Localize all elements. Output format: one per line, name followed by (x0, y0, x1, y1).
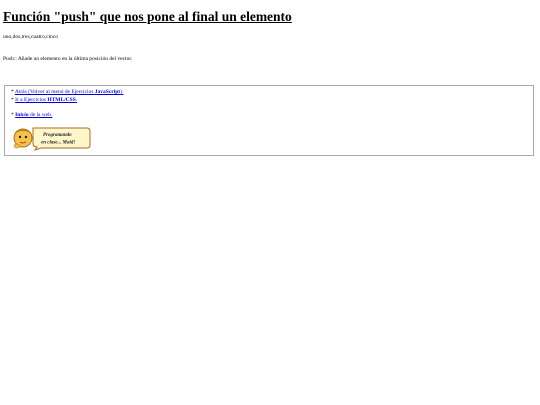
home-link-row: * Inicio de la web. (11, 111, 52, 119)
html-link-prefix: Ir a Ejercicios (15, 97, 48, 103)
html-link-row: * Ir a Ejercicios HTML/CSS. (11, 96, 77, 104)
back-link-prefix: Atrás (Volver al menú de Ejercicios (14, 89, 95, 95)
home-link-suffix: de la web. (28, 112, 53, 118)
logo-line2: en clase... Maid! (41, 141, 75, 146)
page: Función "push" que nos pone al final un … (0, 0, 540, 405)
html-link-bold: HTML/CSS (47, 97, 76, 103)
page-title: Función "push" que nos pone al final un … (3, 9, 292, 24)
bullet: * (11, 97, 14, 103)
bullet: * (11, 89, 14, 95)
back-link-suffix: ). (120, 89, 124, 95)
back-to-javascript-link[interactable]: Atrás (Volver al menú de Ejercicios Java… (15, 89, 124, 95)
output-text: uno,dos,tres,cuatro,cinco (3, 34, 58, 40)
back-link-bold: JavaScript (94, 89, 121, 95)
html-link-suffix: . (75, 97, 78, 103)
back-link-row: * Atrás (Volver al menú de Ejercicios Ja… (11, 88, 123, 96)
push-description: Push:: Añade un elemento en la última po… (3, 56, 133, 62)
programando-logo[interactable]: Programando en clase... Maid! (11, 125, 91, 151)
navigation-box: * Atrás (Volver al menú de Ejercicios Ja… (4, 85, 534, 156)
home-link[interactable]: Inicio de la web. (15, 112, 52, 118)
home-link-bold: Inicio (15, 112, 29, 118)
html-css-exercises-link[interactable]: Ir a Ejercicios HTML/CSS. (15, 97, 77, 103)
bullet: * (11, 112, 14, 118)
logo-line1: Programando (43, 133, 72, 138)
